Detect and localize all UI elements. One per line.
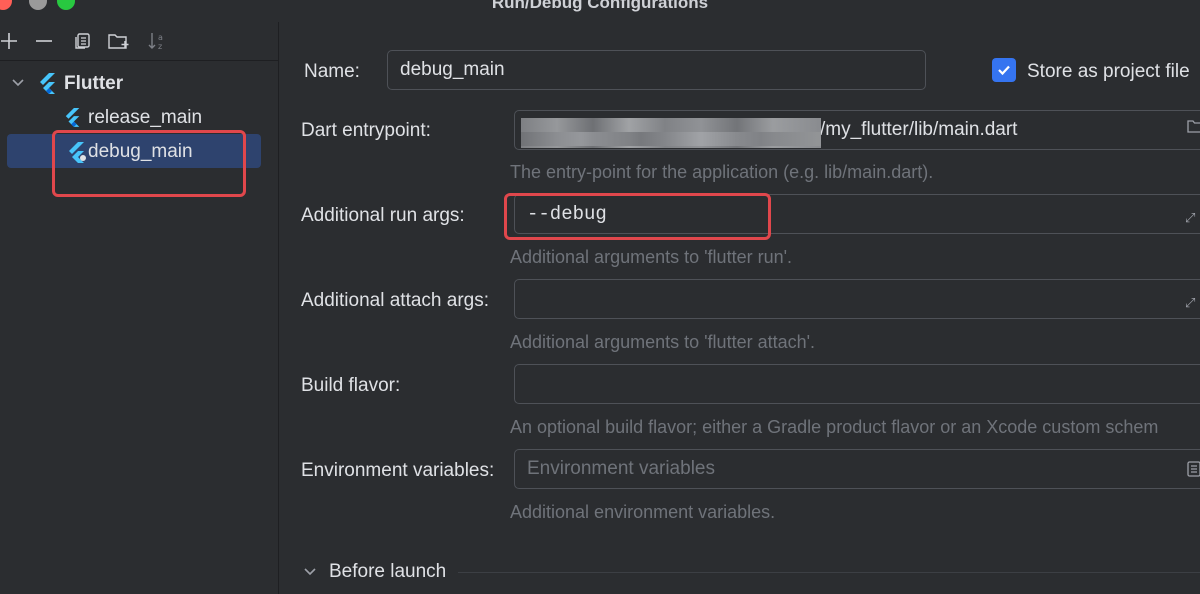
expand-icon[interactable]: ⤢: [1185, 295, 1195, 311]
flutter-icon: [64, 107, 82, 132]
before-launch-label[interactable]: Before launch: [329, 561, 446, 583]
redacted-path-blur: [521, 132, 821, 146]
tree-group-flutter[interactable]: Flutter: [0, 66, 278, 100]
configurations-sidebar: az Flutter release_main debug_main: [0, 22, 279, 594]
name-label: Name:: [304, 61, 360, 82]
flutter-icon: [38, 72, 58, 99]
entrypoint-hint: The entry-point for the application (e.g…: [510, 162, 934, 182]
highlight-box: [504, 193, 771, 240]
chevron-down-icon[interactable]: [10, 75, 26, 96]
edit-env-icon[interactable]: [1187, 461, 1200, 482]
window-title: Run/Debug Configurations: [491, 0, 709, 12]
highlight-box: [52, 130, 246, 197]
env-hint: Additional environment variables.: [510, 502, 776, 522]
tree-item-label: release_main: [88, 107, 203, 128]
chevron-down-icon[interactable]: [303, 565, 317, 584]
folder-icon[interactable]: [1187, 118, 1200, 139]
tree-item-release-main[interactable]: release_main: [0, 100, 278, 134]
name-input[interactable]: debug_main: [387, 50, 926, 90]
env-input[interactable]: Environment variables: [514, 449, 1200, 489]
attach-args-hint: Additional arguments to 'flutter attach'…: [510, 332, 816, 352]
flavor-hint: An optional build flavor; either a Gradl…: [510, 417, 1159, 437]
attach-args-label: Additional attach args:: [301, 290, 490, 311]
store-as-project-file-checkbox[interactable]: [992, 58, 1016, 82]
flavor-input[interactable]: [514, 364, 1200, 404]
tree-group-label: Flutter: [64, 73, 124, 94]
title-bar: Run/Debug Configurations: [0, 0, 1200, 22]
copy-icon[interactable]: [71, 30, 93, 52]
env-label: Environment variables:: [301, 460, 495, 481]
configuration-form: Name: debug_main Store as project file D…: [279, 22, 1200, 594]
expand-icon[interactable]: ⤢: [1185, 210, 1195, 226]
attach-args-input[interactable]: [514, 279, 1200, 319]
run-args-hint: Additional arguments to 'flutter run'.: [510, 247, 793, 267]
svg-text:a: a: [158, 33, 163, 42]
sort-icon[interactable]: az: [146, 30, 168, 52]
entrypoint-label: Dart entrypoint:: [301, 120, 431, 141]
new-folder-icon[interactable]: [108, 30, 130, 52]
store-as-project-file-label: Store as project file: [1027, 61, 1190, 82]
sidebar-toolbar: az: [0, 22, 278, 61]
entrypoint-value: /my_flutter/lib/main.dart: [820, 119, 1018, 140]
svg-text:z: z: [158, 42, 162, 51]
divider: [458, 572, 1200, 573]
checkmark-icon: [998, 65, 1010, 76]
env-placeholder: Environment variables: [527, 458, 715, 479]
run-args-label: Additional run args:: [301, 205, 465, 226]
name-value: debug_main: [400, 59, 505, 80]
remove-icon[interactable]: [33, 30, 55, 52]
flavor-label: Build flavor:: [301, 375, 401, 396]
add-icon[interactable]: [0, 30, 20, 52]
